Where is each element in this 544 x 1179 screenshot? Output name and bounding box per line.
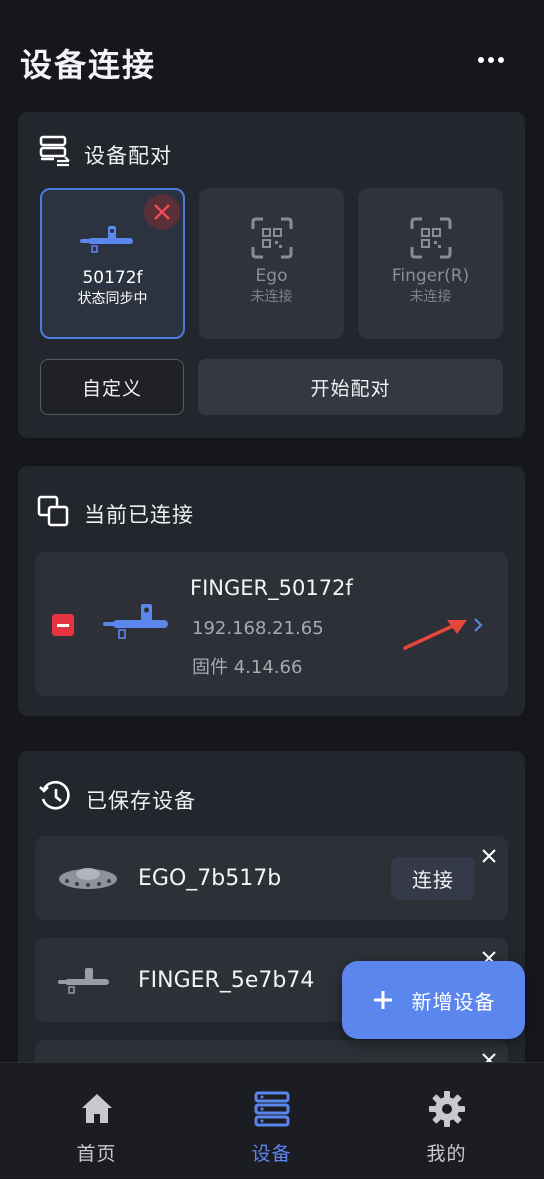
tab-label: 首页 — [76, 1143, 117, 1165]
finger-device-icon — [103, 604, 168, 639]
copy-devices-icon — [37, 495, 69, 527]
page-title: 设备连接 — [20, 46, 157, 84]
tab-devices[interactable]: 设备 — [181, 1063, 362, 1179]
disconnect-button[interactable] — [52, 614, 74, 636]
connected-device-row[interactable]: FINGER_50172f 192.168.21.65 固件 4.14.66 — [35, 552, 508, 696]
remove-pair-button[interactable] — [144, 194, 180, 230]
pair-tile-name: Ego — [255, 266, 288, 286]
connected-card: 当前已连接 FINGER_50172f 192.168.21.65 固件 4.1… — [18, 466, 525, 716]
saved-device-name: EGO_7b517b — [138, 866, 282, 891]
bottom-tab-bar: 首页 设备 我的 — [0, 1062, 544, 1178]
history-icon — [39, 780, 70, 810]
saved-title: 已保存设备 — [86, 789, 196, 813]
tab-label: 我的 — [426, 1143, 467, 1165]
connected-device-name: FINGER_50172f — [190, 576, 353, 600]
start-pairing-button[interactable]: 开始配对 — [198, 359, 503, 415]
pair-tile-status: 未连接 — [409, 289, 452, 305]
tab-label: 设备 — [251, 1143, 292, 1165]
pair-tile-status: 状态同步中 — [77, 291, 148, 307]
devices-list-icon — [254, 1091, 289, 1127]
custom-button[interactable]: 自定义 — [40, 359, 184, 415]
pair-tile-finger-r[interactable]: Finger(R) 未连接 — [358, 188, 503, 339]
saved-device-row[interactable]: EGO_7b517b 连接 — [35, 836, 508, 920]
ego-device-icon — [59, 868, 117, 889]
gear-icon — [428, 1091, 465, 1127]
annotation-arrow-icon — [403, 620, 467, 650]
qr-scan-icon — [410, 217, 451, 259]
close-icon[interactable] — [480, 847, 498, 865]
add-device-button[interactable]: 新增设备 — [342, 961, 525, 1039]
tab-home[interactable]: 首页 — [6, 1063, 187, 1179]
close-icon — [154, 204, 170, 220]
pair-tile-status: 未连接 — [250, 289, 293, 305]
home-icon — [81, 1094, 112, 1123]
plus-icon — [373, 991, 392, 1009]
qr-scan-icon — [251, 217, 292, 259]
connect-button[interactable]: 连接 — [391, 857, 475, 900]
finger-device-icon — [79, 226, 133, 253]
pairing-card: 设备配对 50172f 状态同步中 Ego 未连接 Finger(R) 未连接 … — [18, 112, 525, 438]
pairing-list-icon — [39, 135, 72, 168]
connected-device-ip: 192.168.21.65 — [192, 618, 324, 639]
pairing-title: 设备配对 — [84, 144, 172, 168]
tab-profile[interactable]: 我的 — [356, 1063, 537, 1179]
pair-tile-name: 50172f — [82, 268, 143, 288]
add-device-label: 新增设备 — [411, 989, 496, 1014]
saved-device-name: FINGER_5e7b74 — [138, 968, 315, 993]
pair-tile-ego[interactable]: Ego 未连接 — [199, 188, 344, 339]
finger-device-icon — [58, 968, 109, 994]
connected-device-firmware: 固件 4.14.66 — [192, 657, 303, 678]
chevron-right-icon[interactable] — [471, 615, 485, 635]
connected-title: 当前已连接 — [84, 503, 194, 527]
pair-tile-name: Finger(R) — [391, 266, 470, 286]
more-options-icon[interactable] — [478, 50, 506, 70]
